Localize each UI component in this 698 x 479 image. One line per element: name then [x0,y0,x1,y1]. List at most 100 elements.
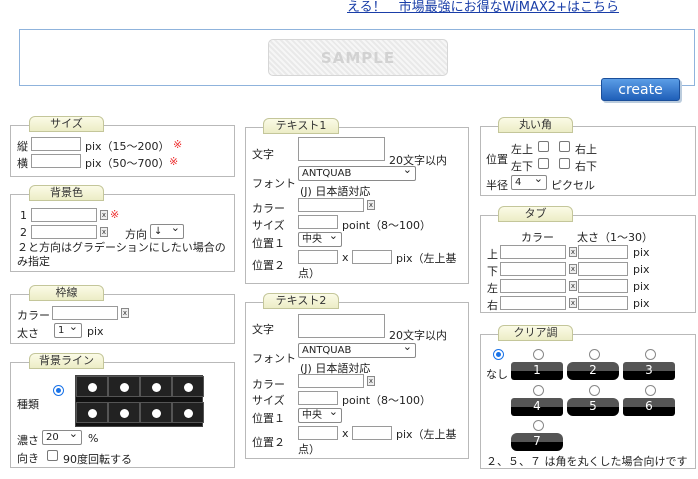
text2-font-select[interactable]: ANTQUAB [298,340,416,358]
corner-radius-label: 半径 [486,179,508,192]
tab-right-width-input[interactable] [578,296,628,310]
bg-color-title: 背景色 [29,185,104,201]
text2-size-input[interactable] [298,391,338,405]
border-width-label: 太さ [17,327,39,340]
corner-title: 丸い角 [498,117,573,133]
corner-bottom-left-checkbox[interactable] [538,158,549,169]
density-select[interactable]: 20 [42,427,82,445]
text1-color-clear-icon[interactable]: x [367,200,375,210]
text1-textarea[interactable] [298,137,385,161]
clear-option-4-radio[interactable] [533,385,544,396]
text1-font-select[interactable]: ANTQUAB [298,163,416,181]
bg-color-panel: 1 x ※ 2 x 方向 ↓ ２と方向はグラデーションにしたい場合のみ指定 [10,194,235,272]
clear-option-6[interactable]: 6 [623,398,675,416]
bg-color2-input[interactable] [31,225,97,239]
tab-left-label: 左 [487,282,498,295]
clear-option-6-radio[interactable] [645,385,656,396]
pattern-option-4[interactable] [172,376,204,397]
pattern-option-7[interactable] [140,402,172,423]
sample-image: SAMPLE [268,39,448,76]
bg-color2-label: 2 [20,226,27,239]
tab-left-width-input[interactable] [578,279,628,293]
width-input[interactable] [31,154,81,168]
text1-size-unit: point（8〜100） [342,219,432,232]
corner-panel: 位置 左上 右上 左下 右下 半径 4 ピクセル [480,126,696,196]
text2-color-label: カラー [252,378,285,391]
pattern-option-6[interactable] [108,402,140,423]
text2-size-label: サイズ [252,394,285,407]
text1-color-label: カラー [252,202,285,215]
text2-size-unit: point（8〜100） [342,394,432,407]
pattern-option-2[interactable] [108,376,140,397]
corner-top-right-checkbox[interactable] [559,141,570,152]
clear-option-7-radio[interactable] [533,420,544,431]
clear-option-2[interactable]: 2 [567,362,619,380]
text1-panel: 文字 20文字以内 フォント ANTQUAB (J) 日本語対応 カラー x サ… [245,127,469,284]
tab-bottom-label: 下 [487,265,498,278]
clear-option-1-radio[interactable] [533,349,544,360]
border-color-input[interactable] [52,306,118,320]
rotate-checkbox[interactable] [47,450,58,461]
tab-bottom-color-input[interactable] [500,262,566,276]
text2-color-clear-icon[interactable]: x [367,376,375,386]
tab-bottom-width-input[interactable] [578,262,628,276]
tab-top-clear-icon[interactable]: x [569,247,577,257]
clear-none-radio[interactable] [493,349,504,360]
tab-right-color-input[interactable] [500,296,566,310]
size-panel: 縦 pix（15〜200） ※ 横 pix（50〜700） ※ [10,125,235,177]
clear-option-3[interactable]: 3 [623,362,675,380]
pattern-option-1[interactable] [76,376,108,397]
corner-bottom-right-checkbox[interactable] [559,158,570,169]
tab-left-clear-icon[interactable]: x [569,281,577,291]
bg-color2-clear-icon[interactable]: x [100,227,108,237]
bg-color1-input[interactable] [31,208,97,222]
bg-line-none-radio[interactable] [53,385,64,396]
text1-pos1-select[interactable]: 中央 [298,229,342,247]
clear-option-4[interactable]: 4 [511,398,563,416]
bg-color1-clear-icon[interactable]: x [100,210,108,220]
tab-right-label: 右 [487,299,498,312]
clear-option-5[interactable]: 5 [567,398,619,416]
clear-option-2-radio[interactable] [589,349,600,360]
create-button[interactable]: create [601,78,680,101]
text2-textarea[interactable] [298,314,385,338]
border-width-select[interactable]: 1 [54,320,82,338]
clear-none-label: なし [486,368,508,381]
text2-pos2-label: 位置２ [252,436,285,449]
bg-color-note: ２と方向はグラデーションにしたい場合のみ指定 [17,241,226,268]
tab-top-width-input[interactable] [578,245,628,259]
direction-select[interactable]: ↓ [150,221,184,239]
tab-width-head: 太さ（1〜30） [577,231,653,244]
width-label: 横 [17,157,28,170]
tab-right-clear-icon[interactable]: x [569,298,577,308]
text1-pos2-label: 位置２ [252,259,285,272]
height-input[interactable] [31,137,81,151]
tab-bottom-clear-icon[interactable]: x [569,264,577,274]
clear-option-5-radio[interactable] [589,385,600,396]
border-color-clear-icon[interactable]: x [121,308,129,318]
bg-line-title: 背景ライン [29,353,104,369]
text1-size-input[interactable] [298,215,338,229]
corner-radius-select[interactable]: 4 [511,172,547,190]
wimax-promo-link[interactable]: える！ 市場最強にお得なWiMAX2+はこちら [347,0,619,15]
text2-color-input[interactable] [298,374,364,388]
pattern-option-8[interactable] [172,402,204,423]
text1-title: テキスト1 [263,118,339,134]
text2-title: テキスト2 [263,293,339,309]
pattern-option-3[interactable] [140,376,172,397]
text1-color-input[interactable] [298,198,364,212]
tab-top-color-input[interactable] [500,245,566,259]
corner-top-left-checkbox[interactable] [538,141,549,152]
bg-line-pattern-grid [75,375,204,427]
clear-title: クリア調 [498,325,573,341]
text2-pos1-select[interactable]: 中央 [298,405,342,423]
clear-option-3-radio[interactable] [645,349,656,360]
pattern-option-5[interactable] [76,402,108,423]
clear-option-1[interactable]: 1 [511,362,563,380]
tab-panel: カラー 太さ（1〜30） 上 x pix 下 x pix 左 x pix 右 x… [480,215,696,313]
tab-left-color-input[interactable] [500,279,566,293]
text1-font-note: (J) 日本語対応 [300,185,371,198]
border-panel: カラー x 太さ 1 pix [10,294,235,344]
corner-radius-unit: ピクセル [551,179,595,192]
clear-option-7[interactable]: 7 [511,433,563,451]
